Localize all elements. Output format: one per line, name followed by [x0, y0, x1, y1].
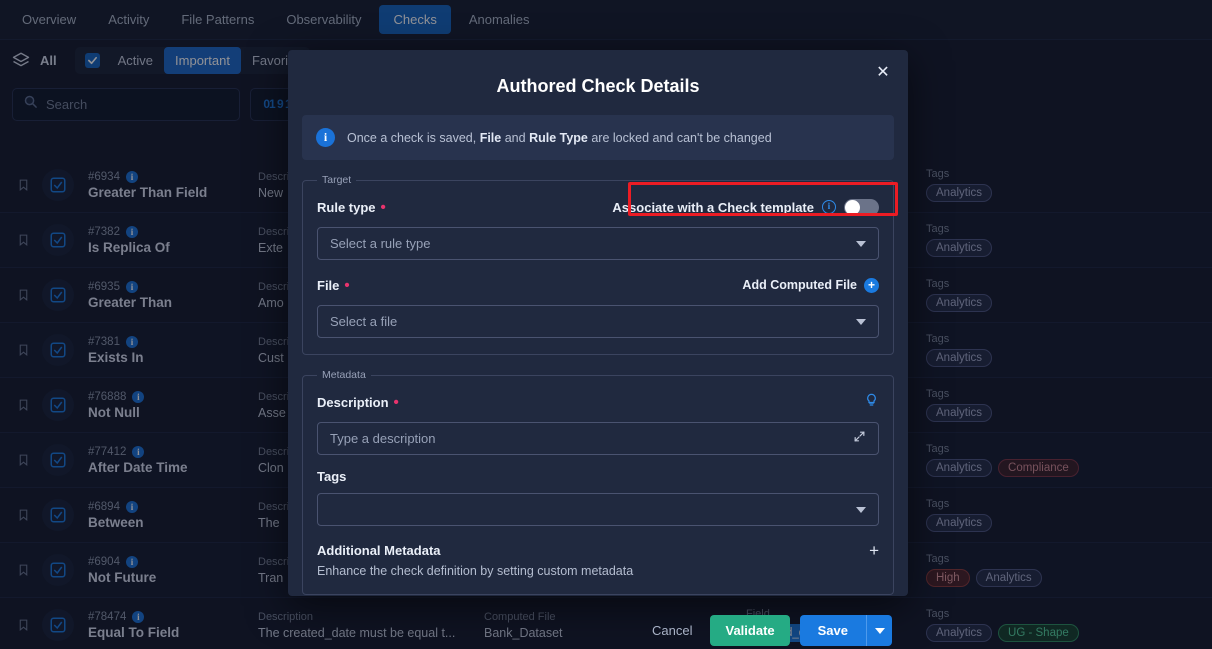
description-row: Description •: [317, 391, 879, 413]
dialog-title: Authored Check Details: [496, 76, 700, 96]
dialog-footer: Cancel Validate Save: [288, 609, 908, 649]
add-metadata-plus-icon[interactable]: +: [869, 542, 879, 559]
authored-check-details-dialog: ✕ Authored Check Details i Once a check …: [288, 50, 908, 646]
expand-icon[interactable]: [853, 430, 866, 448]
notice-bold-file: File: [479, 130, 502, 145]
chevron-down-icon: [874, 627, 885, 634]
target-section: Target Rule type • Associate with a Chec…: [302, 174, 894, 355]
notice-suffix: are locked and can't be changed: [587, 130, 772, 145]
info-icon[interactable]: i: [822, 200, 836, 214]
chevron-down-icon: [856, 240, 866, 247]
file-label-text: File: [317, 277, 340, 293]
notice-bold-rule-type: Rule Type: [529, 130, 588, 145]
save-button[interactable]: Save: [799, 615, 866, 646]
tags-select[interactable]: [317, 493, 879, 526]
required-marker: •: [393, 393, 399, 411]
add-computed-file-button[interactable]: Add Computed File +: [742, 277, 879, 293]
additional-metadata-subtitle: Enhance the check definition by setting …: [317, 564, 634, 578]
associate-template-toggle[interactable]: [844, 198, 879, 216]
dialog-body: i Once a check is saved, File and Rule T…: [288, 115, 908, 609]
rule-type-placeholder: Select a rule type: [330, 236, 431, 251]
close-icon[interactable]: ✕: [872, 62, 894, 84]
description-input[interactable]: Type a description: [317, 422, 879, 455]
chevron-down-icon: [856, 506, 866, 513]
rule-type-select[interactable]: Select a rule type: [317, 227, 879, 260]
cancel-button[interactable]: Cancel: [644, 623, 700, 638]
additional-metadata-title: Additional Metadata: [317, 543, 441, 558]
notice-mid: and: [501, 130, 530, 145]
target-legend: Target: [322, 174, 352, 186]
required-marker: •: [344, 276, 350, 294]
save-button-group: Save: [799, 615, 892, 646]
associate-template-label: Associate with a Check template: [612, 199, 814, 215]
notice-text: Once a check is saved, File and Rule Typ…: [347, 131, 772, 145]
add-computed-file-label: Add Computed File: [742, 278, 857, 292]
metadata-legend: Metadata: [322, 369, 366, 381]
info-icon: i: [316, 128, 335, 147]
lightbulb-icon[interactable]: [864, 391, 879, 414]
file-placeholder: Select a file: [330, 314, 398, 329]
file-label: File •: [317, 278, 350, 293]
file-row: File • Add Computed File +: [317, 274, 879, 296]
validate-button[interactable]: Validate: [710, 615, 790, 646]
description-label: Description •: [317, 395, 399, 410]
app-root: Overview Activity File Patterns Observab…: [0, 0, 1212, 649]
rule-type-row: Rule type • Associate with a Check templ…: [317, 196, 879, 218]
additional-metadata-row: Additional Metadata +: [317, 542, 879, 559]
toggle-knob: [845, 199, 860, 215]
tags-label: Tags: [317, 469, 347, 484]
metadata-section: Metadata Description • Type a descriptio…: [302, 369, 894, 595]
file-select[interactable]: Select a file: [317, 305, 879, 338]
description-placeholder: Type a description: [330, 431, 436, 446]
save-options-chevron-icon[interactable]: [866, 615, 892, 646]
plus-icon: +: [864, 277, 879, 293]
required-marker: •: [380, 198, 386, 216]
rule-type-label-text: Rule type: [317, 199, 376, 215]
chevron-down-icon: [856, 318, 866, 325]
associate-template-control[interactable]: Associate with a Check template i: [612, 198, 879, 216]
rule-type-label: Rule type •: [317, 200, 386, 215]
description-label-text: Description: [317, 394, 389, 410]
locked-fields-notice: i Once a check is saved, File and Rule T…: [302, 115, 894, 160]
notice-prefix: Once a check is saved,: [347, 130, 480, 145]
